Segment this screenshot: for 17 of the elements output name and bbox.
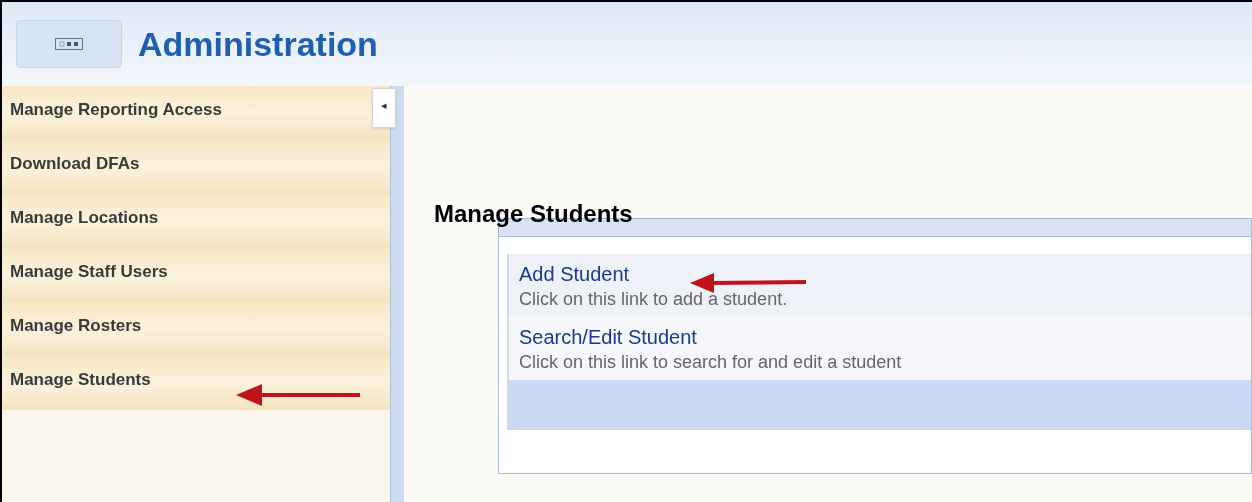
link-description: Click on this link to add a student. — [519, 288, 788, 311]
sidebar-item[interactable]: Manage Rosters — [10, 316, 142, 335]
sidebar-item[interactable]: Manage Students — [10, 370, 151, 389]
link[interactable]: Search/Edit Student — [519, 324, 697, 350]
dots-icon — [55, 38, 83, 50]
link-description: Click on this link to search for and edit a student — [519, 351, 902, 374]
section-heading: Manage Students — [434, 199, 633, 229]
collapse-tab[interactable]: ◂ — [372, 88, 396, 128]
arrow-icon — [236, 384, 362, 406]
page-title: Administration — [138, 23, 378, 65]
sidebar-item[interactable]: Download DFAs — [10, 154, 140, 173]
arrow-icon — [690, 273, 808, 293]
sidebar-item[interactable]: Manage Locations — [10, 208, 159, 227]
sidebar-item[interactable]: Manage Staff Users — [10, 262, 168, 281]
sidebar-item[interactable]: Manage Reporting Access — [10, 100, 222, 119]
link[interactable]: Add Student — [519, 261, 630, 287]
toggle-button[interactable] — [16, 20, 122, 68]
